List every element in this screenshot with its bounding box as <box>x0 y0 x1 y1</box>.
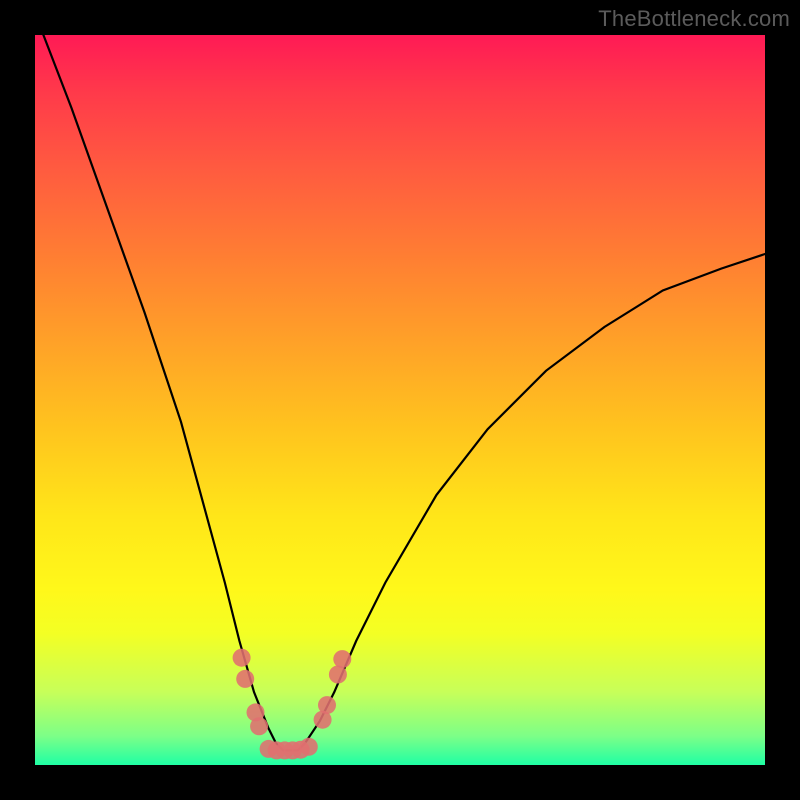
chart-frame: TheBottleneck.com <box>0 0 800 800</box>
highlight-markers <box>233 649 352 760</box>
watermark-text: TheBottleneck.com <box>598 6 790 32</box>
bottleneck-curve <box>35 13 765 750</box>
marker-dot <box>233 649 251 667</box>
marker-dot <box>329 666 347 684</box>
marker-dot <box>318 696 336 714</box>
marker-dot <box>236 670 254 688</box>
marker-dot <box>250 717 268 735</box>
marker-dot <box>333 650 351 668</box>
bottleneck-chart <box>35 35 765 765</box>
plot-area <box>35 35 765 765</box>
marker-dot <box>300 738 318 756</box>
